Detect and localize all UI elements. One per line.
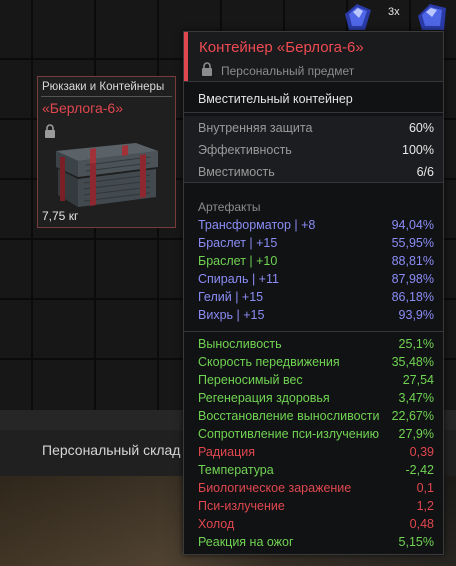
top-item-slot-2[interactable] <box>410 0 456 32</box>
effect-label: Восстановление выносливости <box>198 409 380 423</box>
effect-value: 22,67% <box>391 409 434 423</box>
divider <box>184 182 443 183</box>
artifact-value: 93,9% <box>398 308 434 322</box>
artifact-row: Гелий | +15 86,18% <box>198 290 434 308</box>
artifact-value: 86,18% <box>391 290 434 304</box>
tooltip-header: Контейнер «Берлога-6» Персональный предм… <box>184 32 443 81</box>
effect-label: Радиация <box>198 445 256 459</box>
stat-value: 6/6 <box>416 165 434 179</box>
stat-label: Эффективность <box>198 143 292 157</box>
stats-block: Внутренняя защита 60% Эффективность 100%… <box>184 116 443 182</box>
artifact-crystal-icon <box>345 4 371 30</box>
stat-value: 60% <box>408 121 434 135</box>
artifact-value: 87,98% <box>391 272 434 286</box>
effect-row: Регенерация здоровья 3,47% <box>198 391 434 409</box>
stat-value: 100% <box>402 143 434 157</box>
divider <box>184 112 443 113</box>
effect-label: Температура <box>198 463 274 477</box>
artifact-value: 55,95% <box>391 236 434 250</box>
artifact-value: 88,81% <box>391 254 434 268</box>
effect-row: Пси-излучение 1,2 <box>198 499 434 517</box>
stat-row: Внутренняя защита 60% <box>198 121 434 139</box>
artifact-label: Трансформатор | +8 <box>198 218 316 232</box>
effect-row: Сопротивление пси-излучению 27,9% <box>198 427 434 445</box>
effect-label: Регенерация здоровья <box>198 391 330 405</box>
item-weight: 7,75 кг <box>42 209 79 223</box>
effect-row: Холод 0,48 <box>198 517 434 535</box>
stack-count: 3x <box>388 6 400 18</box>
tooltip-subtitle: Персональный предмет <box>221 64 355 78</box>
effect-value: 35,48% <box>391 355 434 369</box>
effect-value: 3,47% <box>398 391 434 405</box>
effect-label: Выносливость <box>198 337 282 351</box>
effect-row: Реакция на ожог 5,15% <box>198 535 434 553</box>
effect-value: 27,9% <box>398 427 434 441</box>
item-category: Рюкзаки и Контейнеры <box>42 81 165 93</box>
divider <box>184 331 443 332</box>
effect-value: 5,15% <box>398 535 434 549</box>
artifact-row: Спираль | +11 87,98% <box>198 272 434 290</box>
artifacts-title: Артефакты <box>198 200 261 214</box>
artifact-row: Браслет | +15 55,95% <box>198 236 434 254</box>
effect-label: Реакция на ожог <box>198 535 294 549</box>
stat-label: Внутренняя защита <box>198 121 313 135</box>
stat-label: Вместимость <box>198 165 275 179</box>
artifact-row: Браслет | +10 88,81% <box>198 254 434 272</box>
artifact-value: 94,04% <box>391 218 434 232</box>
artifact-label: Вихрь | +15 <box>198 308 265 322</box>
chest-icon <box>56 143 158 207</box>
effect-label: Скорость передвижения <box>198 355 340 369</box>
effect-label: Биологическое заражение <box>198 481 352 495</box>
effect-value: 1,2 <box>416 499 434 513</box>
item-tooltip: Контейнер «Берлога-6» Персональный предм… <box>183 31 444 555</box>
effect-value: 0,1 <box>416 481 434 495</box>
effect-label: Холод <box>198 517 235 531</box>
effect-row: Переносимый вес 27,54 <box>198 373 434 391</box>
artifact-row: Вихрь | +15 93,9% <box>198 308 434 326</box>
effect-row: Биологическое заражение 0,1 <box>198 481 434 499</box>
effect-row: Восстановление выносливости 22,67% <box>198 409 434 427</box>
effect-row: Скорость передвижения 35,48% <box>198 355 434 373</box>
divider <box>184 81 443 82</box>
effect-label: Переносимый вес <box>198 373 303 387</box>
effect-row: Выносливость 25,1% <box>198 337 434 355</box>
artifact-label: Гелий | +15 <box>198 290 264 304</box>
effect-value: -2,42 <box>405 463 435 477</box>
effect-row: Температура -2,42 <box>198 463 434 481</box>
stat-row: Вместимость 6/6 <box>198 165 434 183</box>
effect-value: 0,39 <box>409 445 434 459</box>
item-name: «Берлога-6» <box>42 100 123 116</box>
item-type: Вместительный контейнер <box>198 92 353 106</box>
stat-row: Эффективность 100% <box>198 143 434 161</box>
effect-label: Пси-излучение <box>198 499 285 513</box>
artifact-label: Спираль | +11 <box>198 272 279 286</box>
top-item-slot-1[interactable] <box>335 0 385 32</box>
effect-value: 0,48 <box>409 517 434 531</box>
storage-label: Персональный склад <box>42 442 181 458</box>
effect-value: 25,1% <box>398 337 434 351</box>
effect-label: Сопротивление пси-излучению <box>198 427 379 441</box>
artifact-crystal-icon <box>418 4 446 30</box>
divider <box>41 96 172 97</box>
lock-icon <box>201 62 213 81</box>
item-slot-berloga[interactable]: Рюкзаки и Контейнеры «Берлога-6» 7,75 кг <box>37 76 176 228</box>
effect-value: 27,54 <box>402 373 434 387</box>
artifact-label: Браслет | +10 <box>198 254 278 268</box>
artifact-label: Браслет | +15 <box>198 236 278 250</box>
artifact-row: Трансформатор | +8 94,04% <box>198 218 434 236</box>
tooltip-title: Контейнер «Берлога-6» <box>199 39 364 56</box>
effect-row: Радиация 0,39 <box>198 445 434 463</box>
